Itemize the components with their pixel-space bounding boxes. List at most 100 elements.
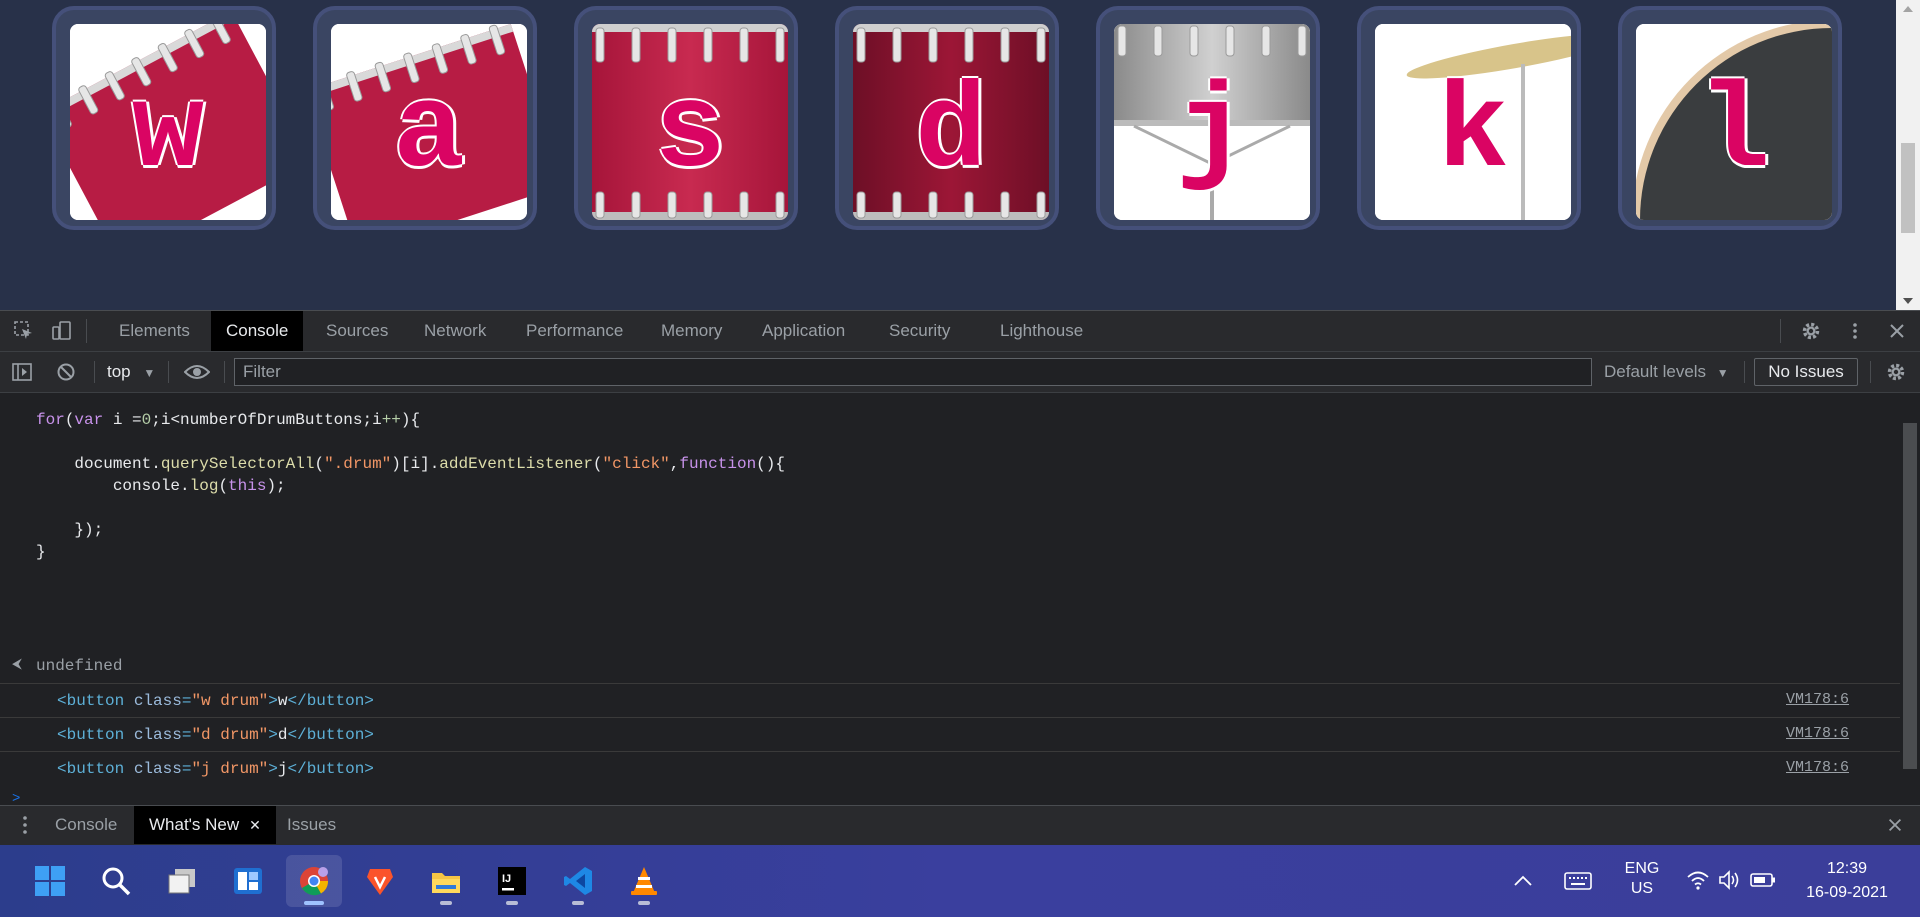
console-settings-gear-icon[interactable] (1886, 362, 1906, 382)
live-expression-eye-icon[interactable] (184, 362, 210, 382)
drawer-tab-what-s-new[interactable]: What's New ✕ (134, 806, 276, 844)
widgets-taskbar-button[interactable] (220, 855, 276, 907)
clock[interactable]: 12:39 16-09-2021 (1780, 857, 1914, 905)
filter-input[interactable]: Filter (234, 358, 1592, 386)
wifi-icon[interactable] (1686, 869, 1710, 891)
drum-letter: s (653, 66, 726, 202)
drum-image: k (1375, 24, 1571, 220)
search-taskbar-button[interactable] (88, 855, 144, 907)
show-sidebar-icon[interactable] (12, 362, 32, 382)
console-prompt-icon[interactable]: > (12, 791, 20, 805)
drawer-tab-console[interactable]: Console (40, 806, 132, 844)
drum-letter: j (1175, 66, 1248, 202)
console-input-code: for(var i =0;i<numberOfDrumButtons;i++){… (36, 409, 785, 563)
source-link[interactable]: VM178:6 (1786, 759, 1849, 776)
chrome-icon (300, 867, 329, 896)
logged-button-element[interactable]: <button class="d drum">d</button> (57, 726, 374, 744)
console-toolbar: top ▼ Filter Default levels ▼ No Issues (0, 352, 1920, 393)
scroll-thumb[interactable] (1901, 143, 1915, 233)
more-options-icon[interactable] (1845, 321, 1865, 341)
close-devtools-icon[interactable] (1887, 321, 1907, 341)
running-indicator (304, 901, 324, 905)
console-result-row: ⮜ undefined (0, 657, 1900, 677)
source-link[interactable]: VM178:6 (1786, 725, 1849, 742)
tab-console[interactable]: Console (211, 311, 304, 351)
tab-lighthouse[interactable]: Lighthouse (985, 311, 1098, 351)
logged-button-element[interactable]: <button class="w drum">w</button> (57, 692, 374, 710)
tab-memory[interactable]: Memory (646, 311, 737, 351)
running-indicator (440, 901, 452, 905)
logged-button-element[interactable]: <button class="j drum">j</button> (57, 760, 374, 778)
region-code: US (1630, 880, 1654, 897)
drum-button-s[interactable]: s (574, 6, 798, 230)
clear-console-icon[interactable] (56, 362, 76, 382)
drum-button-d[interactable]: d (835, 6, 1059, 230)
devtools-tab-bar: Elements Console Sources Network Performance… (0, 310, 1920, 352)
console-log-row: <button class="d drum">d</button> VM178:6 (0, 717, 1900, 751)
toolbar-divider (224, 361, 225, 383)
drawer-tab-issues[interactable]: Issues (272, 806, 351, 844)
running-indicator (638, 901, 650, 905)
drum-image: w (70, 24, 266, 220)
drum-image: l (1636, 24, 1832, 220)
page-scrollbar[interactable] (1896, 0, 1920, 310)
scroll-up-arrow[interactable] (1903, 6, 1913, 12)
drum-button-j[interactable]: j (1096, 6, 1320, 230)
toolbar-divider (1870, 361, 1871, 383)
console-scroll-thumb[interactable] (1903, 423, 1917, 769)
volume-icon[interactable] (1718, 869, 1742, 891)
drum-button-w[interactable]: w (52, 6, 276, 230)
drum-button-l[interactable]: l (1618, 6, 1842, 230)
inspect-element-icon[interactable] (14, 321, 34, 341)
language-indicator[interactable]: ENG US (1620, 859, 1664, 899)
brave-taskbar-button[interactable] (352, 855, 408, 907)
drum-button-a[interactable]: a (313, 6, 537, 230)
drum-letter: l (1697, 66, 1770, 202)
issues-button[interactable]: No Issues (1754, 358, 1858, 386)
chrome-taskbar-button[interactable] (286, 855, 342, 907)
context-label: top (107, 362, 131, 381)
tab-performance[interactable]: Performance (511, 311, 638, 351)
task-view-icon (168, 869, 195, 894)
devtools-drawer: Console What's New ✕ Issues (0, 805, 1920, 845)
log-levels-dropdown[interactable]: Default levels ▼ (1604, 352, 1729, 392)
battery-icon[interactable] (1750, 871, 1776, 889)
tab-sources[interactable]: Sources (311, 311, 403, 351)
vlc-taskbar-button[interactable] (616, 855, 672, 907)
intellij-taskbar-button[interactable]: IJ (484, 855, 540, 907)
file-explorer-taskbar-button[interactable] (418, 855, 474, 907)
drawer-menu-icon[interactable] (15, 815, 35, 835)
code-line: } (36, 543, 46, 561)
result-arrow-icon: ⮜ (12, 657, 22, 673)
scroll-down-arrow[interactable] (1903, 298, 1913, 304)
settings-gear-icon[interactable] (1801, 321, 1821, 341)
console-output: for(var i =0;i<numberOfDrumButtons;i++){… (0, 393, 1900, 805)
svg-text:IJ: IJ (502, 873, 511, 885)
tab-elements[interactable]: Elements (104, 311, 205, 351)
drum-letter: a (392, 66, 465, 202)
vlc-icon (631, 867, 657, 895)
web-page: w a s d j kl (0, 0, 1920, 310)
close-tab-icon[interactable]: ✕ (249, 817, 261, 833)
context-selector[interactable]: top ▼ (107, 352, 155, 392)
start-taskbar-button[interactable] (22, 855, 78, 907)
close-drawer-icon[interactable] (1886, 816, 1904, 834)
drum-letter: w (131, 66, 204, 202)
vscode-taskbar-button[interactable] (550, 855, 606, 907)
tab-application[interactable]: Application (747, 311, 860, 351)
tab-security[interactable]: Security (874, 311, 965, 351)
device-toolbar-icon[interactable] (52, 321, 72, 341)
task-view-taskbar-button[interactable] (154, 855, 210, 907)
chevron-up-icon[interactable] (1512, 870, 1534, 892)
running-indicator (506, 901, 518, 905)
tab-network[interactable]: Network (409, 311, 501, 351)
code-line: }); (36, 521, 104, 539)
keyboard-icon[interactable] (1564, 870, 1592, 892)
widgets-icon (234, 868, 262, 894)
drum-letter: k (1436, 66, 1509, 202)
console-scrollbar[interactable] (1900, 393, 1920, 805)
search-icon (102, 867, 131, 896)
source-link[interactable]: VM178:6 (1786, 691, 1849, 708)
drum-button-k[interactable]: k (1357, 6, 1581, 230)
